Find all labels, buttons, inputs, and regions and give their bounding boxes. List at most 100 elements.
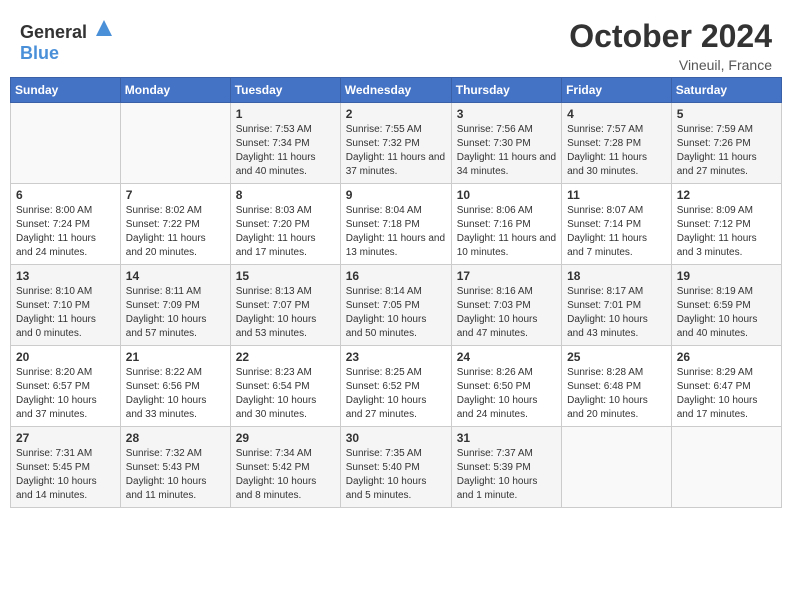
calendar-cell: 29 Sunrise: 7:34 AM Sunset: 5:42 PM Dayli…: [230, 427, 340, 508]
calendar-cell: 4 Sunrise: 7:57 AM Sunset: 7:28 PM Daylig…: [562, 103, 672, 184]
calendar-cell: [120, 103, 230, 184]
day-number: 18: [567, 269, 666, 283]
calendar-cell: 25 Sunrise: 8:28 AM Sunset: 6:48 PM Dayli…: [562, 346, 672, 427]
calendar-cell: 28 Sunrise: 7:32 AM Sunset: 5:43 PM Dayli…: [120, 427, 230, 508]
day-info: Sunrise: 7:37 AM Sunset: 5:39 PM Dayligh…: [457, 447, 556, 503]
day-number: 30: [346, 431, 446, 445]
day-info: Sunrise: 8:23 AM Sunset: 6:54 PM Dayligh…: [236, 366, 335, 422]
logo-general: General: [20, 22, 87, 42]
day-info: Sunrise: 8:04 AM Sunset: 7:18 PM Dayligh…: [346, 204, 446, 260]
page-header: General Blue October 2024 Vineuil, Franc…: [10, 10, 782, 77]
weekday-header: Tuesday: [230, 78, 340, 103]
day-number: 13: [16, 269, 115, 283]
day-info: Sunrise: 8:26 AM Sunset: 6:50 PM Dayligh…: [457, 366, 556, 422]
day-number: 15: [236, 269, 335, 283]
weekday-header: Monday: [120, 78, 230, 103]
weekday-header: Sunday: [11, 78, 121, 103]
calendar-cell: 23 Sunrise: 8:25 AM Sunset: 6:52 PM Dayli…: [340, 346, 451, 427]
day-info: Sunrise: 7:35 AM Sunset: 5:40 PM Dayligh…: [346, 447, 446, 503]
day-info: Sunrise: 7:53 AM Sunset: 7:34 PM Dayligh…: [236, 123, 335, 179]
title-block: October 2024 Vineuil, France: [569, 18, 772, 73]
day-number: 2: [346, 107, 446, 121]
weekday-header: Wednesday: [340, 78, 451, 103]
day-info: Sunrise: 8:22 AM Sunset: 6:56 PM Dayligh…: [126, 366, 225, 422]
calendar-cell: [562, 427, 672, 508]
day-info: Sunrise: 8:11 AM Sunset: 7:09 PM Dayligh…: [126, 285, 225, 341]
weekday-header: Saturday: [671, 78, 781, 103]
day-info: Sunrise: 8:29 AM Sunset: 6:47 PM Dayligh…: [677, 366, 776, 422]
day-number: 19: [677, 269, 776, 283]
calendar-cell: 16Sunrise: 8:14 AM Sunset: 7:05 PM Dayli…: [340, 265, 451, 346]
day-info: Sunrise: 8:06 AM Sunset: 7:16 PM Dayligh…: [457, 204, 556, 260]
calendar-cell: 26 Sunrise: 8:29 AM Sunset: 6:47 PM Dayli…: [671, 346, 781, 427]
logo-text: General Blue: [20, 18, 114, 64]
day-number: 27: [16, 431, 115, 445]
day-info: Sunrise: 8:00 AM Sunset: 7:24 PM Dayligh…: [16, 204, 115, 260]
day-number: 28: [126, 431, 225, 445]
calendar-cell: 30 Sunrise: 7:35 AM Sunset: 5:40 PM Dayli…: [340, 427, 451, 508]
day-number: 20: [16, 350, 115, 364]
logo-icon: [94, 18, 114, 38]
weekday-header: Friday: [562, 78, 672, 103]
calendar-cell: 20Sunrise: 8:20 AM Sunset: 6:57 PM Dayli…: [11, 346, 121, 427]
day-number: 29: [236, 431, 335, 445]
weekday-header-row: SundayMondayTuesdayWednesdayThursdayFrid…: [11, 78, 782, 103]
day-number: 4: [567, 107, 666, 121]
calendar-cell: 6 Sunrise: 8:00 AM Sunset: 7:24 PM Daylig…: [11, 184, 121, 265]
month-title: October 2024: [569, 18, 772, 55]
calendar-cell: 31 Sunrise: 7:37 AM Sunset: 5:39 PM Dayli…: [451, 427, 561, 508]
calendar-week-row: 20Sunrise: 8:20 AM Sunset: 6:57 PM Dayli…: [11, 346, 782, 427]
calendar-cell: 12 Sunrise: 8:09 AM Sunset: 7:12 PM Dayli…: [671, 184, 781, 265]
day-info: Sunrise: 8:28 AM Sunset: 6:48 PM Dayligh…: [567, 366, 666, 422]
day-number: 7: [126, 188, 225, 202]
day-number: 26: [677, 350, 776, 364]
calendar-cell: 7Sunrise: 8:02 AM Sunset: 7:22 PM Daylig…: [120, 184, 230, 265]
day-number: 14: [126, 269, 225, 283]
calendar-cell: 1 Sunrise: 7:53 AM Sunset: 7:34 PM Daylig…: [230, 103, 340, 184]
day-info: Sunrise: 7:31 AM Sunset: 5:45 PM Dayligh…: [16, 447, 115, 503]
calendar-cell: 27 Sunrise: 7:31 AM Sunset: 5:45 PM Dayli…: [11, 427, 121, 508]
day-number: 21: [126, 350, 225, 364]
calendar-week-row: 6 Sunrise: 8:00 AM Sunset: 7:24 PM Daylig…: [11, 184, 782, 265]
day-number: 9: [346, 188, 446, 202]
day-info: Sunrise: 8:16 AM Sunset: 7:03 PM Dayligh…: [457, 285, 556, 341]
calendar-cell: 17Sunrise: 8:16 AM Sunset: 7:03 PM Dayli…: [451, 265, 561, 346]
day-number: 16: [346, 269, 446, 283]
calendar-cell: 11Sunrise: 8:07 AM Sunset: 7:14 PM Dayli…: [562, 184, 672, 265]
calendar-cell: 10Sunrise: 8:06 AM Sunset: 7:16 PM Dayli…: [451, 184, 561, 265]
day-number: 6: [16, 188, 115, 202]
day-info: Sunrise: 8:19 AM Sunset: 6:59 PM Dayligh…: [677, 285, 776, 341]
day-info: Sunrise: 8:09 AM Sunset: 7:12 PM Dayligh…: [677, 204, 776, 260]
day-info: Sunrise: 7:57 AM Sunset: 7:28 PM Dayligh…: [567, 123, 666, 179]
day-number: 1: [236, 107, 335, 121]
calendar-cell: 18 Sunrise: 8:17 AM Sunset: 7:01 PM Dayli…: [562, 265, 672, 346]
day-info: Sunrise: 7:55 AM Sunset: 7:32 PM Dayligh…: [346, 123, 446, 179]
day-number: 12: [677, 188, 776, 202]
day-info: Sunrise: 8:25 AM Sunset: 6:52 PM Dayligh…: [346, 366, 446, 422]
day-number: 22: [236, 350, 335, 364]
day-number: 5: [677, 107, 776, 121]
day-info: Sunrise: 7:32 AM Sunset: 5:43 PM Dayligh…: [126, 447, 225, 503]
calendar-week-row: 1 Sunrise: 7:53 AM Sunset: 7:34 PM Daylig…: [11, 103, 782, 184]
calendar-week-row: 27 Sunrise: 7:31 AM Sunset: 5:45 PM Dayli…: [11, 427, 782, 508]
calendar-cell: 3Sunrise: 7:56 AM Sunset: 7:30 PM Daylig…: [451, 103, 561, 184]
calendar-table: SundayMondayTuesdayWednesdayThursdayFrid…: [10, 77, 782, 508]
day-info: Sunrise: 7:34 AM Sunset: 5:42 PM Dayligh…: [236, 447, 335, 503]
day-info: Sunrise: 8:03 AM Sunset: 7:20 PM Dayligh…: [236, 204, 335, 260]
calendar-week-row: 13 Sunrise: 8:10 AM Sunset: 7:10 PM Dayli…: [11, 265, 782, 346]
day-info: Sunrise: 7:59 AM Sunset: 7:26 PM Dayligh…: [677, 123, 776, 179]
day-number: 3: [457, 107, 556, 121]
calendar-cell: 21 Sunrise: 8:22 AM Sunset: 6:56 PM Dayli…: [120, 346, 230, 427]
day-info: Sunrise: 8:17 AM Sunset: 7:01 PM Dayligh…: [567, 285, 666, 341]
day-number: 23: [346, 350, 446, 364]
day-info: Sunrise: 8:10 AM Sunset: 7:10 PM Dayligh…: [16, 285, 115, 341]
logo-blue: Blue: [20, 43, 59, 63]
day-number: 25: [567, 350, 666, 364]
calendar-cell: 9 Sunrise: 8:04 AM Sunset: 7:18 PM Daylig…: [340, 184, 451, 265]
logo: General Blue: [20, 18, 114, 64]
day-number: 31: [457, 431, 556, 445]
calendar-cell: 22 Sunrise: 8:23 AM Sunset: 6:54 PM Dayli…: [230, 346, 340, 427]
calendar-cell: 15Sunrise: 8:13 AM Sunset: 7:07 PM Dayli…: [230, 265, 340, 346]
calendar-cell: 19 Sunrise: 8:19 AM Sunset: 6:59 PM Dayli…: [671, 265, 781, 346]
calendar-cell: 14 Sunrise: 8:11 AM Sunset: 7:09 PM Dayli…: [120, 265, 230, 346]
